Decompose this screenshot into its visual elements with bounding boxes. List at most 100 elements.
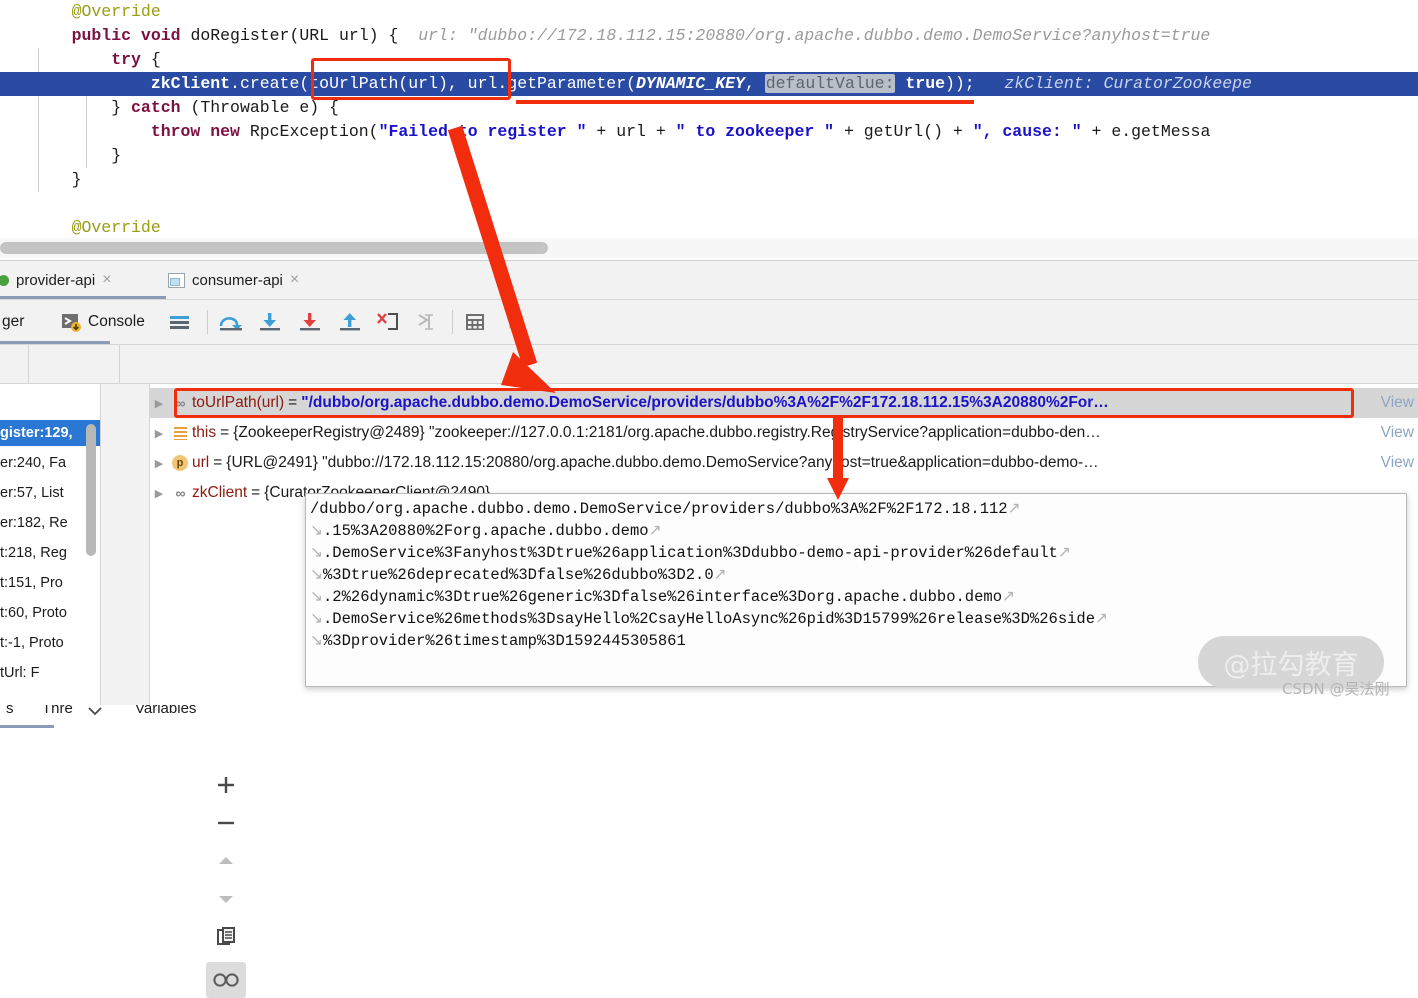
toolbar-separator <box>452 310 453 334</box>
popup-line: ↘%3Dtrue%26deprecated%3Dfalse%26dubbo%3D… <box>306 564 1406 586</box>
debug-panel-header: s Thre Variables <box>0 345 1418 728</box>
inspect-button[interactable] <box>206 962 246 998</box>
remove-watch-button[interactable] <box>202 806 250 840</box>
frame-row[interactable]: er:57, List <box>0 480 100 506</box>
move-watch-down-button[interactable] <box>202 882 250 916</box>
code-token: + e.getMessa <box>1081 122 1211 141</box>
frame-row[interactable]: er:182, Re <box>0 510 100 536</box>
frame-row[interactable]: er:240, Fa <box>0 450 100 476</box>
popup-line: ↘.15%3A20880%2Forg.apache.dubbo.demo↗ <box>306 520 1406 542</box>
frame-row[interactable]: tUrl: F <box>0 660 100 686</box>
code-token: { <box>150 50 161 69</box>
popup-line: ↘.DemoService%26methods%3DsayHello%2Csay… <box>306 608 1406 630</box>
toolbar-separator <box>207 310 208 334</box>
popup-line-text: .DemoService%26methods%3DsayHello%2CsayH… <box>323 610 1096 628</box>
close-icon[interactable]: × <box>102 272 111 288</box>
frame-row[interactable]: t:151, Pro <box>0 570 100 596</box>
code-token: public void <box>32 26 191 45</box>
code-token: } <box>32 146 122 165</box>
popup-line-text: .DemoService%3Fanyhost%3Dtrue%26applicat… <box>323 544 1058 562</box>
force-step-into-button[interactable] <box>298 300 322 344</box>
soft-wrap-arrow-icon: ↗ <box>648 522 662 539</box>
frames-tab-indicator <box>0 725 54 728</box>
panel-header-separator <box>28 345 29 383</box>
glasses-icon <box>213 973 239 987</box>
variable-equals: = <box>220 424 230 441</box>
frame-row[interactable]: gister:129, <box>0 420 100 446</box>
debugger-label: ger <box>2 313 25 330</box>
editor-hscrollbar-thumb[interactable] <box>0 242 548 254</box>
expand-triangle-icon[interactable]: ▶ <box>150 397 168 410</box>
window-icon <box>168 272 185 288</box>
view-link[interactable]: View <box>1381 394 1414 412</box>
expand-triangle-icon[interactable]: ▶ <box>150 457 168 470</box>
settings-lines-button[interactable] <box>506 300 528 344</box>
code-line: } <box>0 144 1418 168</box>
add-watch-button[interactable] <box>202 768 250 802</box>
variable-row[interactable]: ▶ p url = {URL@2491} "dubbo://172.18.112.1… <box>150 448 1418 478</box>
view-link[interactable]: View <box>1381 424 1414 442</box>
run-to-cursor-button[interactable] <box>416 300 440 344</box>
drop-frame-icon <box>377 313 398 330</box>
variable-row[interactable]: ▶ this = {ZookeeperRegistry@2489} "zookee… <box>150 418 1418 448</box>
console-tab[interactable]: Console <box>60 300 145 344</box>
soft-wrap-arrow-icon: ↗ <box>713 566 727 583</box>
variable-value: {ZookeeperRegistry@2489} "zookeeper://12… <box>233 424 1101 441</box>
popup-line-text: .2%26dynamic%3Dtrue%26generic%3Dfalse%26… <box>323 588 1003 606</box>
close-icon[interactable]: × <box>290 272 299 288</box>
soft-wrap-arrow-icon: ↘ <box>310 588 323 605</box>
code-token: " to zookeeper " <box>675 122 835 141</box>
step-out-button[interactable] <box>338 300 362 344</box>
code-token: } <box>32 170 82 189</box>
plus-icon <box>218 777 234 793</box>
step-into-button[interactable] <box>258 300 282 344</box>
show-all-frames-icon <box>170 316 189 329</box>
drop-frame-button[interactable] <box>376 300 402 344</box>
variable-equals: = <box>251 484 261 501</box>
evaluate-expression-button[interactable] <box>463 300 487 344</box>
force-step-into-icon <box>300 313 320 331</box>
annotation-underline-getparameter <box>516 100 974 104</box>
popup-line: /dubbo/org.apache.dubbo.demo.DemoService… <box>306 498 1406 520</box>
popup-line-text: %3Dprovider%26timestamp%3D1592445305861 <box>323 632 686 650</box>
popup-line-text: .15%3A20880%2Forg.apache.dubbo.demo <box>323 522 649 540</box>
code-token: @Override <box>32 218 161 236</box>
code-editor[interactable]: @Override public void doRegister(URL url… <box>0 0 1418 236</box>
debug-toolbar: ger Console <box>0 300 1418 344</box>
code-token: try <box>32 50 151 69</box>
copy-icon <box>217 927 235 945</box>
code-token: defaultValue: <box>764 74 896 93</box>
frame-row[interactable]: t:-1, Proto <box>0 630 100 656</box>
frame-row[interactable]: t:60, Proto <box>0 600 100 626</box>
settings-lines-icon <box>509 316 523 329</box>
show-all-frames-button[interactable] <box>168 300 192 344</box>
debugger-tab[interactable]: ger <box>2 300 24 344</box>
code-line: @Override <box>0 216 1418 236</box>
console-label: Console <box>88 313 145 330</box>
tab-provider-api[interactable]: provider-api × <box>0 261 166 299</box>
console-icon <box>62 314 81 332</box>
variable-name: zkClient <box>192 484 248 501</box>
frames-scrollbar-thumb[interactable] <box>86 424 96 556</box>
tab-consumer-api[interactable]: consumer-api × <box>160 261 366 299</box>
code-token: throw new <box>32 122 250 141</box>
view-link[interactable]: View <box>1381 454 1414 472</box>
frames-list[interactable]: gister:129, er:240, Fa er:57, List er:182, … <box>0 384 100 705</box>
copy-value-button[interactable] <box>202 920 250 954</box>
code-token: (Throwable e) { <box>190 98 339 117</box>
expand-triangle-icon[interactable]: ▶ <box>150 427 168 440</box>
frame-row[interactable]: t:218, Reg <box>0 540 100 566</box>
run-to-cursor-icon <box>418 314 433 330</box>
tab-bar: provider-api × consumer-api × <box>0 261 1418 299</box>
chevron-down-icon[interactable] <box>86 705 104 717</box>
caret-down-icon <box>219 896 233 903</box>
expand-triangle-icon[interactable]: ▶ <box>150 487 168 500</box>
watermark-csdn: CSDN @吴法刚 <box>1282 680 1390 698</box>
code-token: zkClient: CuratorZookeepe <box>1004 74 1252 93</box>
code-line: } <box>0 168 1418 192</box>
code-token: )); <box>945 74 1005 93</box>
move-watch-up-button[interactable] <box>202 844 250 878</box>
code-token: DYNAMIC_KEY <box>636 74 745 93</box>
soft-wrap-arrow-icon: ↗ <box>1007 500 1021 517</box>
step-over-button[interactable] <box>218 300 244 344</box>
